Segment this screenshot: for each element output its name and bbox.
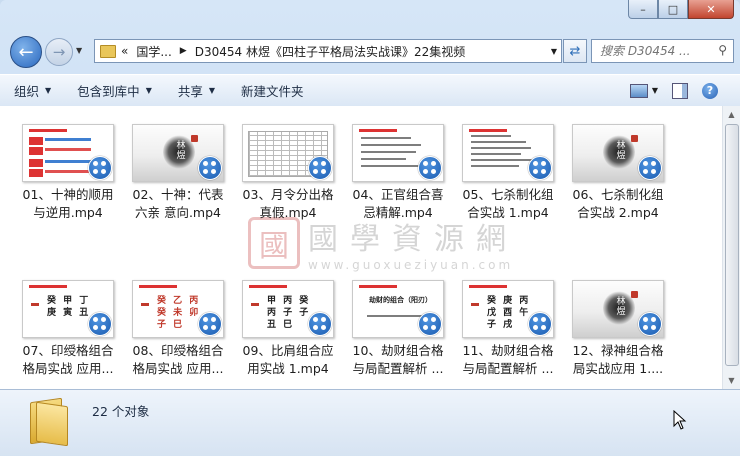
media-player-icon bbox=[308, 312, 332, 336]
chevron-down-icon: ▼ bbox=[145, 86, 152, 95]
thumbnail-text: 癸 乙 丙 癸 未 卯 子 巳 bbox=[157, 296, 201, 330]
close-button[interactable]: ✕ bbox=[688, 0, 734, 19]
scroll-up-icon[interactable]: ▲ bbox=[723, 106, 740, 123]
include-library-button[interactable]: 包含到库中 ▼ bbox=[77, 81, 152, 100]
file-item[interactable]: 劫财的组合（阳刃） 10、劫财组合格与局配置解析 ... bbox=[350, 280, 450, 389]
scrollbar-thumb[interactable] bbox=[725, 124, 739, 366]
preview-pane-icon[interactable] bbox=[672, 82, 688, 99]
new-folder-label: 新建文件夹 bbox=[241, 84, 304, 99]
chevron-down-icon: ▼ bbox=[45, 86, 52, 95]
maximize-button[interactable]: □ bbox=[658, 0, 688, 19]
share-label: 共享 bbox=[177, 84, 203, 99]
thumbnail-text: 林 煜 bbox=[176, 141, 186, 161]
media-player-icon bbox=[88, 156, 112, 180]
thumbnail-text: 劫财的组合（阳刃） bbox=[369, 296, 432, 304]
address-overflow[interactable]: « bbox=[121, 44, 128, 58]
organize-button[interactable]: 组织 ▼ bbox=[14, 81, 51, 100]
details-pane: 22 个对象 bbox=[0, 389, 740, 456]
back-arrow-icon: ← bbox=[18, 41, 34, 63]
file-item[interactable]: 03、月令分出格真假.mp4 bbox=[240, 124, 340, 244]
include-library-label: 包含到库中 bbox=[77, 84, 140, 99]
file-item[interactable]: 癸 甲 丁 庚 寅 丑 07、印绶格组合格局实战 应用... bbox=[20, 280, 120, 389]
file-name: 09、比肩组合应用实战 1.mp4 bbox=[242, 343, 334, 376]
refresh-button[interactable]: ⇄ bbox=[563, 39, 587, 63]
file-name: 06、七杀制化组合实战 2.mp4 bbox=[572, 187, 664, 220]
folder-icon bbox=[100, 44, 116, 58]
file-name: 03、月令分出格真假.mp4 bbox=[242, 187, 334, 220]
recent-pages-dropdown[interactable]: ▼ bbox=[76, 46, 82, 55]
chevron-down-icon: ▼ bbox=[208, 86, 216, 95]
breadcrumb-separator-icon[interactable]: ▶ bbox=[180, 46, 187, 56]
folder-icon bbox=[28, 396, 68, 447]
minimize-button[interactable]: – bbox=[628, 0, 658, 19]
thumbnail-text: 林 煜 bbox=[616, 297, 626, 317]
file-item[interactable]: 林 煜 06、七杀制化组合实战 2.mp4 bbox=[570, 124, 670, 244]
file-name: 01、十神的顺用与逆用.mp4 bbox=[22, 187, 114, 220]
vertical-scrollbar[interactable]: ▲ ▼ bbox=[722, 106, 740, 389]
thumbnail-text: 林 煜 bbox=[616, 141, 626, 161]
thumbnail-text: 甲 丙 癸 丙 子 子 丑 巳 bbox=[267, 296, 311, 330]
breadcrumb-item[interactable]: 国学... bbox=[136, 43, 171, 60]
view-options-dropdown[interactable]: ▼ bbox=[652, 86, 658, 95]
file-name: 04、正官组合喜忌精解.mp4 bbox=[352, 187, 444, 220]
media-player-icon bbox=[198, 312, 222, 336]
media-player-icon bbox=[198, 156, 222, 180]
media-player-icon bbox=[418, 156, 442, 180]
watermark-url: www.guoxueziyuan.com bbox=[308, 258, 514, 272]
media-player-icon bbox=[88, 312, 112, 336]
media-player-icon bbox=[638, 312, 662, 336]
search-icon[interactable]: ⚲ bbox=[718, 43, 727, 57]
file-name: 05、七杀制化组合实战 1.mp4 bbox=[462, 187, 554, 220]
address-dropdown-icon[interactable]: ▼ bbox=[551, 47, 557, 56]
file-name: 08、印绶格组合格局实战 应用... bbox=[132, 343, 224, 376]
forward-arrow-icon: → bbox=[52, 43, 66, 61]
scroll-down-icon[interactable]: ▼ bbox=[723, 372, 740, 389]
search-box[interactable]: ⚲ bbox=[591, 39, 734, 63]
command-bar: 组织 ▼ 包含到库中 ▼ 共享 ▼ 新建文件夹 ▼ ? bbox=[0, 74, 740, 107]
refresh-icon: ⇄ bbox=[569, 43, 581, 59]
thumbnail-text: 癸 甲 丁 庚 寅 丑 bbox=[47, 296, 91, 318]
media-player-icon bbox=[308, 156, 332, 180]
media-player-icon bbox=[638, 156, 662, 180]
file-name: 11、劫财组合格与局配置解析 ... bbox=[462, 343, 554, 376]
thumbnail-text: 癸 庚 丙 戊 酉 午 子 戌 bbox=[487, 296, 531, 330]
breadcrumb-current[interactable]: D30454 林煜《四柱子平格局法实战课》22集视频 bbox=[195, 43, 466, 60]
forward-button[interactable]: → bbox=[45, 38, 73, 66]
file-item[interactable]: 林 煜 02、十神：代表六亲 意向.mp4 bbox=[130, 124, 230, 244]
item-count: 22 个对象 bbox=[92, 404, 150, 419]
file-name: 12、禄神组合格局实战应用 1.... bbox=[572, 343, 664, 376]
navigation-bar: ← → ▼ « 国学... ▶ D30454 林煜《四柱子平格局法实战课》22集… bbox=[0, 34, 740, 68]
file-list-area[interactable]: 國 國學資源網 www.guoxueziyuan.com 01、十神的顺用与逆用… bbox=[0, 106, 740, 389]
organize-label: 组织 bbox=[14, 84, 40, 99]
file-item[interactable]: 林 煜 12、禄神组合格局实战应用 1.... bbox=[570, 280, 670, 389]
address-bar[interactable]: « 国学... ▶ D30454 林煜《四柱子平格局法实战课》22集视频 ▼ bbox=[94, 39, 562, 63]
window-controls: – □ ✕ bbox=[628, 0, 734, 19]
file-item[interactable]: 05、七杀制化组合实战 1.mp4 bbox=[460, 124, 560, 244]
file-item[interactable]: 癸 乙 丙 癸 未 卯 子 巳 08、印绶格组合格局实战 应用... bbox=[130, 280, 230, 389]
file-item[interactable]: 甲 丙 癸 丙 子 子 丑 巳 09、比肩组合应用实战 1.mp4 bbox=[240, 280, 340, 389]
search-input[interactable] bbox=[598, 43, 712, 59]
file-item[interactable]: 癸 庚 丙 戊 酉 午 子 戌 11、劫财组合格与局配置解析 ... bbox=[460, 280, 560, 389]
media-player-icon bbox=[528, 156, 552, 180]
file-name: 07、印绶格组合格局实战 应用... bbox=[22, 343, 114, 376]
help-icon[interactable]: ? bbox=[702, 82, 718, 99]
share-button[interactable]: 共享 ▼ bbox=[178, 81, 215, 100]
file-item[interactable]: 04、正官组合喜忌精解.mp4 bbox=[350, 124, 450, 244]
media-player-icon bbox=[528, 312, 552, 336]
file-name: 02、十神：代表六亲 意向.mp4 bbox=[132, 187, 224, 220]
explorer-window: – □ ✕ ← → ▼ « 国学... ▶ D30454 林煜《四柱子平格局法实… bbox=[0, 0, 740, 456]
new-folder-button[interactable]: 新建文件夹 bbox=[241, 81, 304, 100]
media-player-icon bbox=[418, 312, 442, 336]
back-button[interactable]: ← bbox=[10, 36, 42, 68]
file-item[interactable]: 01、十神的顺用与逆用.mp4 bbox=[20, 124, 120, 244]
change-view-icon[interactable] bbox=[629, 83, 648, 98]
file-name: 10、劫财组合格与局配置解析 ... bbox=[352, 343, 444, 376]
